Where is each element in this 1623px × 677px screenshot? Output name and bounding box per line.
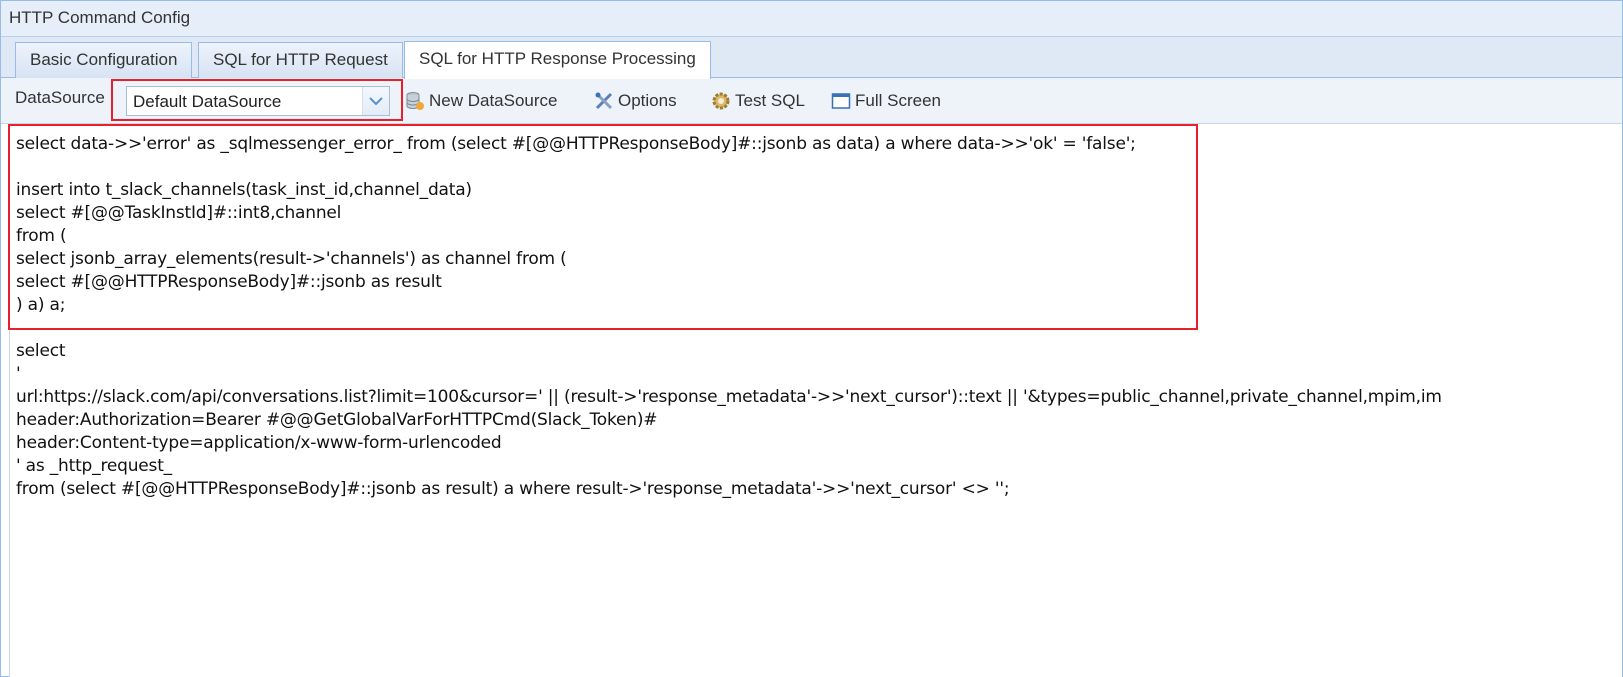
code-line: ' as _http_request_ bbox=[16, 456, 172, 476]
code-line: select #[@@TaskInstId]#::int8,channel bbox=[16, 203, 342, 223]
code-line: header:Authorization=Bearer #@@GetGlobal… bbox=[16, 410, 658, 430]
code-line: select bbox=[16, 341, 66, 361]
title-bar: HTTP Command Config bbox=[1, 1, 1622, 37]
datasource-select-value: Default DataSource bbox=[133, 92, 282, 111]
tools-icon bbox=[594, 91, 614, 111]
code-line: url:https://slack.com/api/conversations.… bbox=[16, 387, 1442, 407]
datasource-label: DataSource bbox=[15, 88, 105, 107]
chevron-down-icon[interactable] bbox=[362, 87, 389, 115]
code-line: select #[@@HTTPResponseBody]#::jsonb as … bbox=[16, 272, 442, 292]
full-screen-label: Full Screen bbox=[855, 91, 941, 110]
test-sql-label: Test SQL bbox=[735, 91, 805, 110]
code-line: select data->>'error' as _sqlmessenger_e… bbox=[16, 134, 1136, 154]
tab-label: SQL for HTTP Response Processing bbox=[419, 49, 696, 68]
code-line: ) a) a; bbox=[16, 295, 66, 315]
code-line: from (select #[@@HTTPResponseBody]#::jso… bbox=[16, 479, 1010, 499]
tab-strip: Basic Configuration SQL for HTTP Request… bbox=[1, 37, 1622, 79]
tab-sql-for-http-request[interactable]: SQL for HTTP Request bbox=[198, 42, 403, 78]
code-line: from ( bbox=[16, 226, 67, 246]
code-line: insert into t_slack_channels(task_inst_i… bbox=[16, 180, 472, 200]
window-icon bbox=[831, 91, 851, 111]
tab-label: SQL for HTTP Request bbox=[213, 50, 388, 69]
gear-icon bbox=[711, 91, 731, 111]
tab-basic-configuration[interactable]: Basic Configuration bbox=[15, 42, 193, 78]
code-line: select jsonb_array_elements(result->'cha… bbox=[16, 249, 567, 269]
window-title: HTTP Command Config bbox=[9, 8, 191, 27]
code-line: header:Content-type=application/x-www-fo… bbox=[16, 433, 502, 453]
code-line: ' bbox=[16, 364, 21, 384]
database-icon bbox=[405, 91, 425, 111]
tab-label: Basic Configuration bbox=[30, 50, 178, 69]
new-datasource-label: New DataSource bbox=[429, 91, 558, 110]
http-command-config-window: HTTP Command Config Basic Configuration … bbox=[0, 0, 1623, 677]
datasource-select[interactable]: Default DataSource bbox=[126, 86, 390, 116]
options-label: Options bbox=[618, 91, 677, 110]
sql-editor[interactable]: select data->>'error' as _sqlmessenger_e… bbox=[9, 124, 1622, 677]
tab-sql-for-http-response-processing[interactable]: SQL for HTTP Response Processing bbox=[404, 41, 711, 79]
